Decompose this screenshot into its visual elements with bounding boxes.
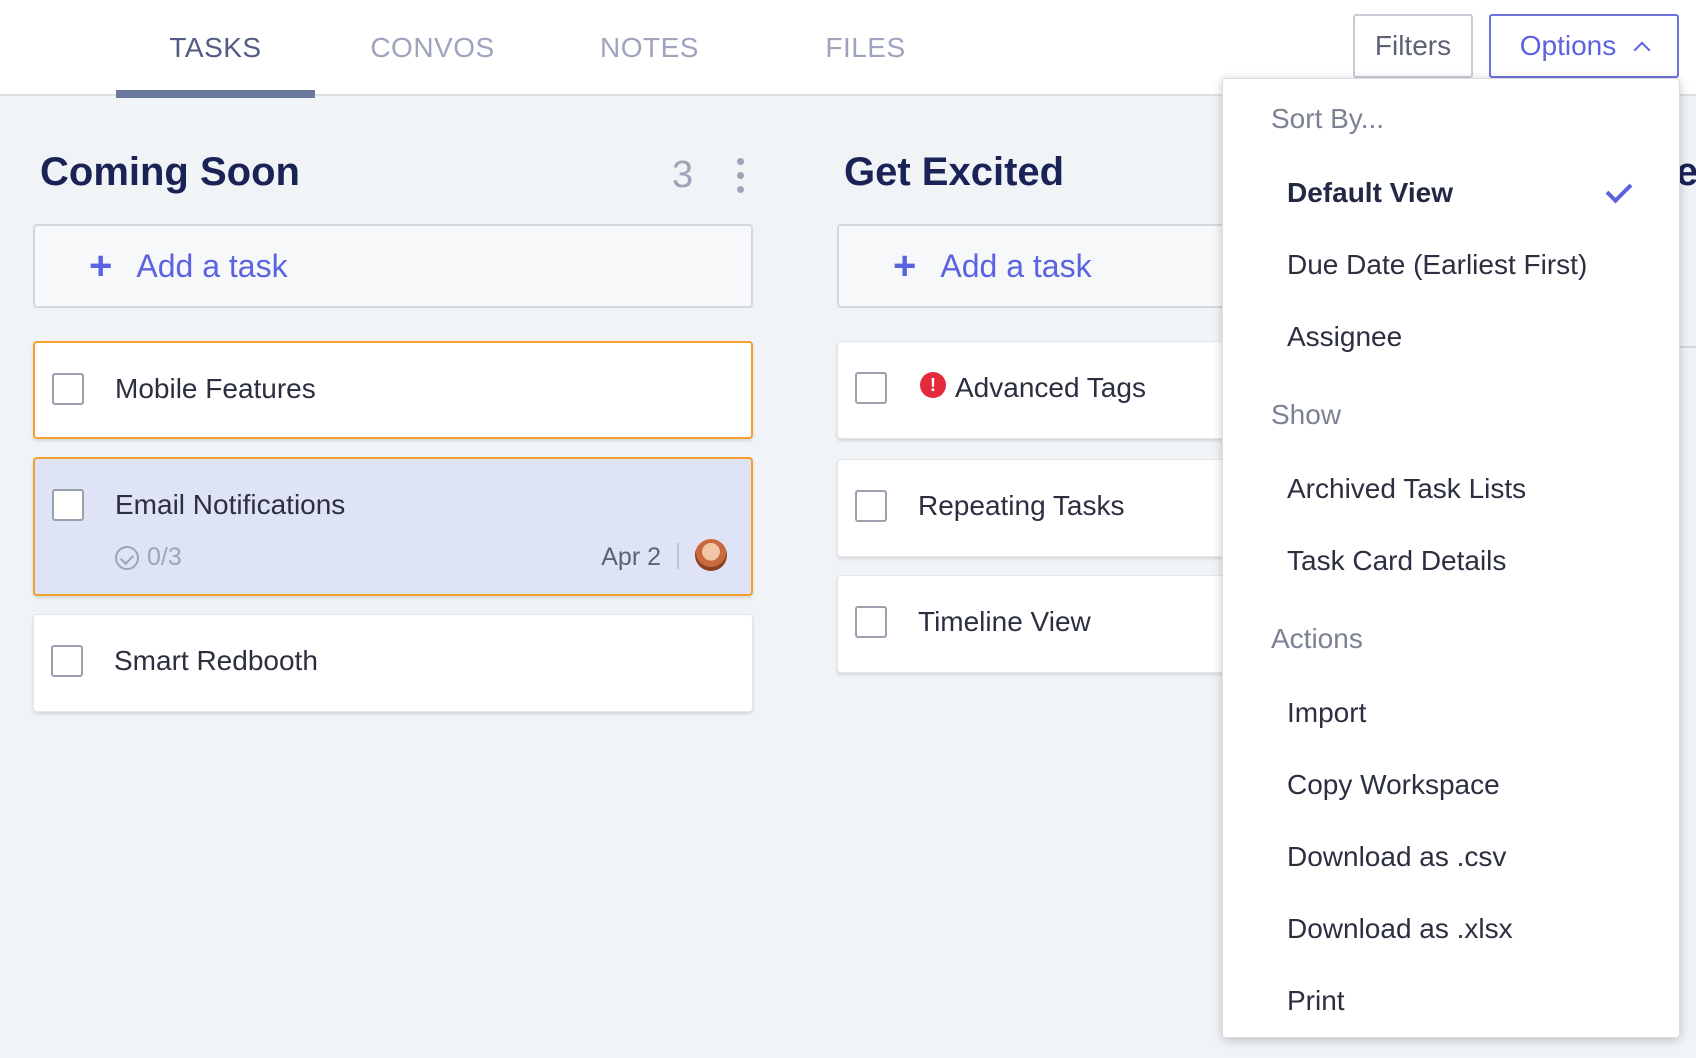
- task-title: Advanced Tags: [955, 372, 1146, 403]
- task-card[interactable]: Mobile Features: [33, 341, 753, 439]
- column-title-get-excited: Get Excited: [844, 150, 1065, 194]
- plus-icon: +: [89, 244, 113, 288]
- task-title: Repeating Tasks: [918, 490, 1125, 521]
- add-task-label: Add a task: [940, 247, 1092, 284]
- alert-icon: !: [920, 372, 946, 398]
- task-checkbox[interactable]: [855, 606, 887, 638]
- add-task-button[interactable]: + Add a task: [33, 224, 753, 308]
- task-title: Smart Redbooth: [114, 645, 318, 676]
- due-date: Apr 2: [601, 543, 661, 571]
- column-title-coming-soon: Coming Soon: [40, 150, 300, 194]
- filters-button[interactable]: Filters: [1353, 14, 1473, 78]
- options-menu: Sort By... Default View Due Date (Earlie…: [1222, 78, 1680, 1038]
- subtask-progress: 0/3: [115, 543, 182, 572]
- menu-item-default-view[interactable]: Default View: [1287, 177, 1453, 209]
- chevron-up-icon: [1633, 41, 1651, 59]
- menu-item-assignee[interactable]: Assignee: [1287, 321, 1402, 353]
- menu-item-due-date[interactable]: Due Date (Earliest First): [1287, 249, 1587, 281]
- add-task-label: Add a task: [136, 247, 288, 284]
- task-card[interactable]: Email Notifications 0/3 Apr 2: [33, 457, 753, 596]
- task-title: Timeline View: [918, 606, 1091, 637]
- task-checkbox[interactable]: [51, 645, 83, 677]
- divider: [677, 543, 679, 569]
- tab-convos[interactable]: CONVOS: [333, 0, 532, 96]
- check-icon: [1605, 176, 1633, 204]
- task-checkbox[interactable]: [52, 373, 84, 405]
- task-title: Mobile Features: [115, 373, 316, 404]
- menu-heading-actions: Actions: [1271, 623, 1363, 654]
- task-checkbox[interactable]: [855, 372, 887, 404]
- menu-item-copy-workspace[interactable]: Copy Workspace: [1287, 769, 1500, 801]
- kebab-icon[interactable]: [736, 158, 744, 194]
- avatar[interactable]: [695, 539, 727, 571]
- menu-heading-show: Show: [1271, 399, 1342, 430]
- plus-icon: +: [893, 244, 917, 288]
- subtask-check-icon: [115, 545, 139, 570]
- menu-item-task-card-details[interactable]: Task Card Details: [1287, 545, 1506, 577]
- task-title: Email Notifications: [115, 489, 346, 520]
- menu-item-download-xlsx[interactable]: Download as .xlsx: [1287, 913, 1513, 945]
- tab-tasks[interactable]: TASKS: [116, 0, 315, 98]
- menu-item-import[interactable]: Import: [1287, 697, 1366, 729]
- task-card[interactable]: Smart Redbooth: [33, 614, 753, 712]
- options-button-label: Options: [1519, 30, 1617, 61]
- task-checkbox[interactable]: [855, 490, 887, 522]
- menu-item-print[interactable]: Print: [1287, 985, 1345, 1017]
- task-checkbox[interactable]: [52, 489, 84, 521]
- filters-button-label: Filters: [1374, 30, 1452, 61]
- tab-notes[interactable]: NOTES: [550, 0, 749, 96]
- subtask-count: 0/3: [147, 543, 182, 571]
- menu-heading-sort: Sort By...: [1271, 103, 1385, 134]
- menu-item-download-csv[interactable]: Download as .csv: [1287, 841, 1506, 873]
- column-task-count: 3: [672, 154, 694, 196]
- tab-files[interactable]: FILES: [766, 0, 965, 96]
- menu-item-archived-task-lists[interactable]: Archived Task Lists: [1287, 473, 1526, 505]
- options-button[interactable]: Options: [1489, 14, 1679, 78]
